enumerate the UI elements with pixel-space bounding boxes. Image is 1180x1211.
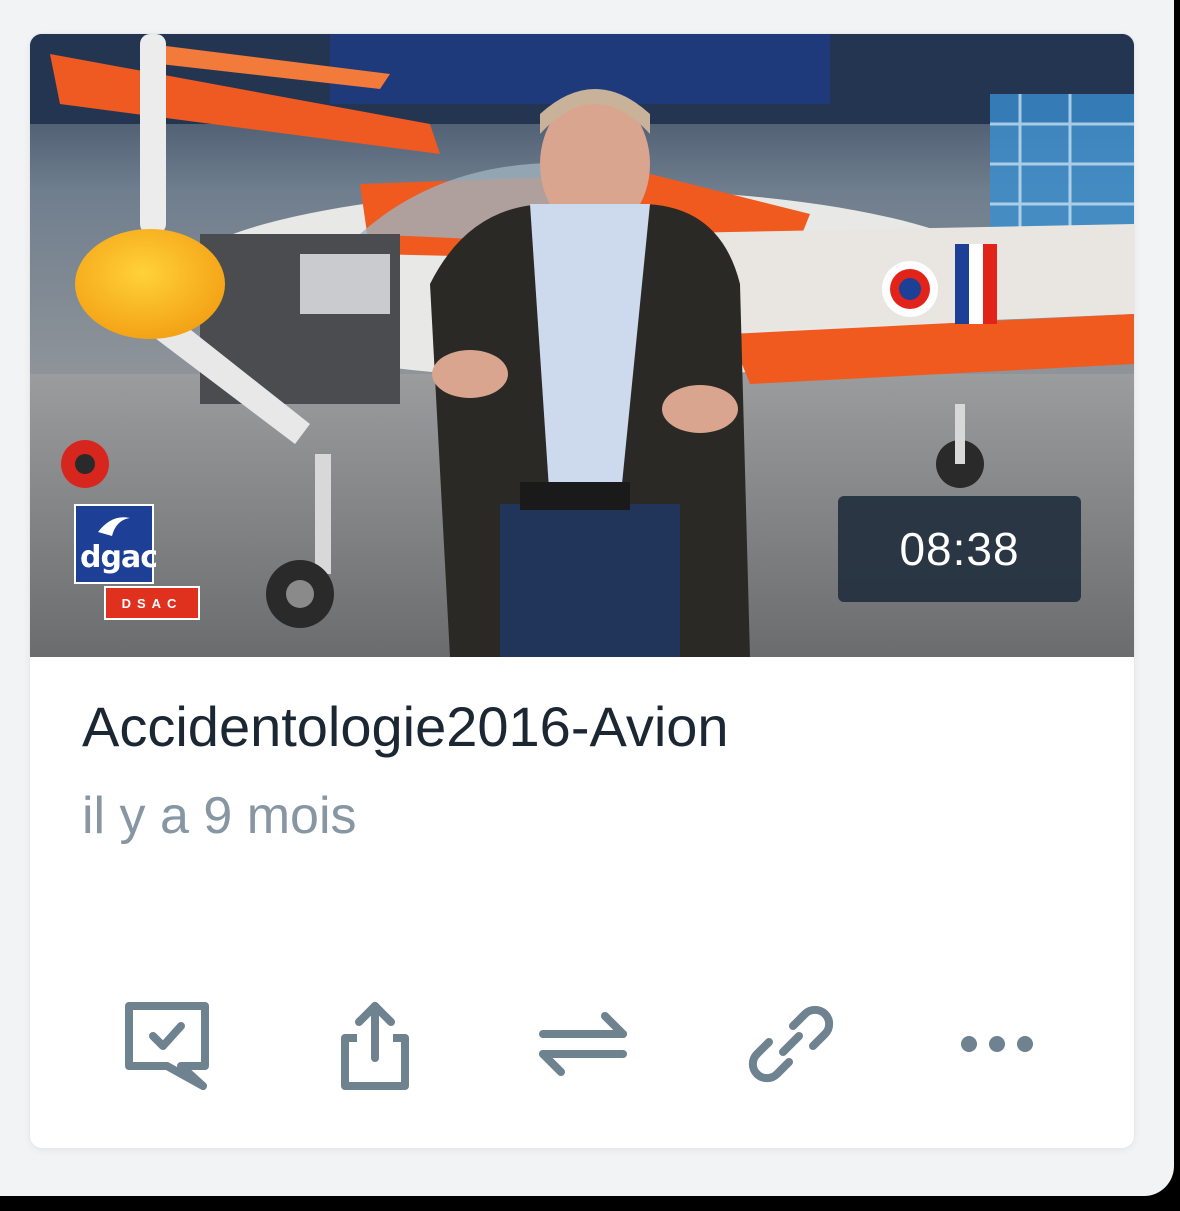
more-options-button[interactable] [942, 989, 1052, 1099]
share-button[interactable] [320, 989, 430, 1099]
comment-check-icon [125, 1002, 209, 1090]
dgac-logo-badge: dgac [74, 504, 158, 584]
copy-link-button[interactable] [736, 989, 846, 1099]
link-icon [748, 1005, 834, 1083]
card-frame: dgac DSAC 08:38 Accidentologie2016-Avion… [0, 0, 1174, 1196]
dgac-logo-text: dgac [80, 540, 158, 575]
video-title[interactable]: Accidentologie2016-Avion [82, 694, 729, 759]
dgac-bird-icon [98, 517, 130, 536]
replace-button[interactable] [528, 989, 638, 1099]
swap-arrows-icon [539, 1012, 627, 1076]
duration-badge: 08:38 [838, 496, 1081, 602]
more-dots-icon [961, 1036, 1033, 1052]
review-button[interactable] [112, 989, 222, 1099]
share-upload-icon [341, 1002, 409, 1090]
dsac-logo-text: DSAC [104, 586, 200, 620]
video-thumbnail[interactable]: dgac DSAC 08:38 [30, 34, 1134, 657]
video-card[interactable]: dgac DSAC 08:38 Accidentologie2016-Avion… [30, 34, 1134, 1148]
video-age: il y a 9 mois [82, 787, 357, 845]
dgac-logo: dgac DSAC [74, 504, 202, 624]
action-bar [30, 989, 1134, 1099]
